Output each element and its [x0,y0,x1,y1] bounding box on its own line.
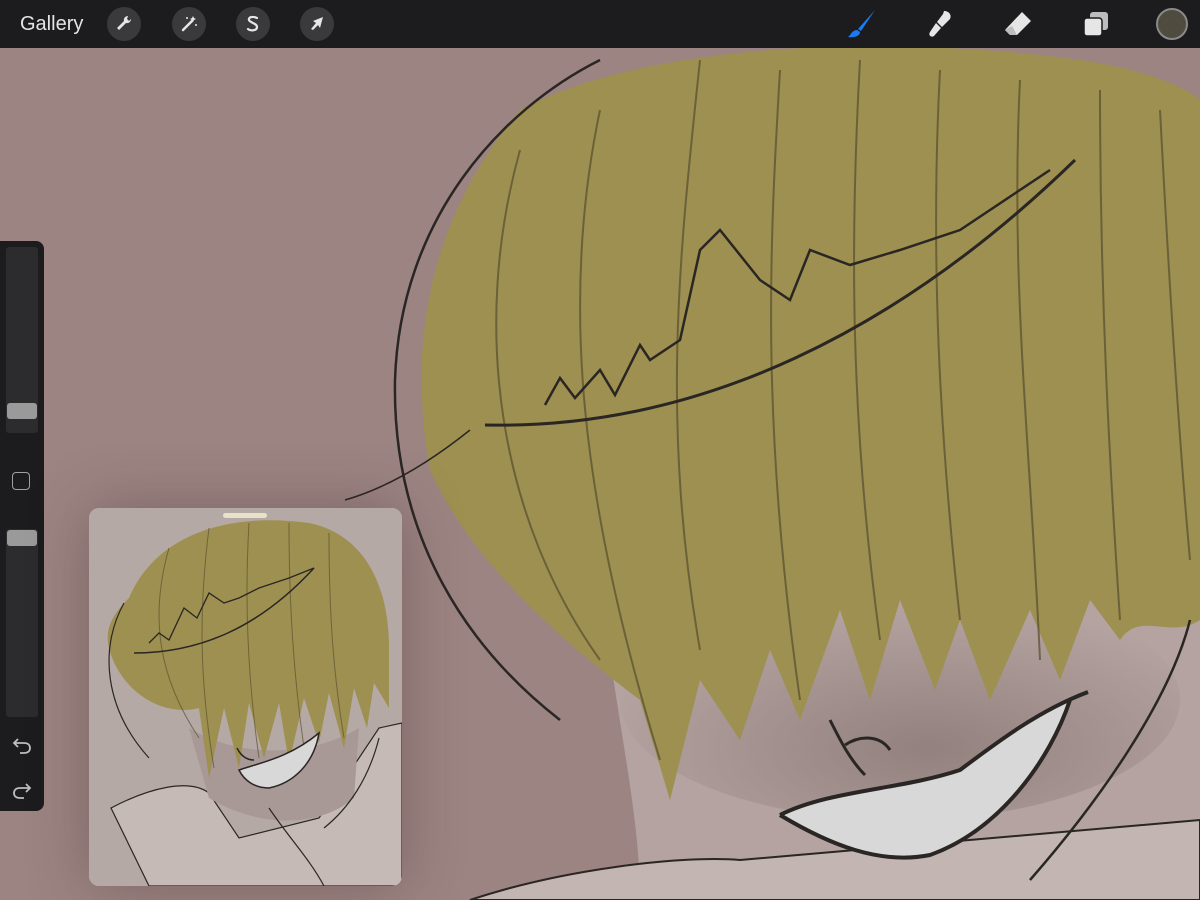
selection-s-icon [246,15,259,32]
arrow-cursor-icon [311,17,323,30]
layers-icon [1083,12,1108,37]
brush-opacity-thumb[interactable] [7,530,37,546]
actions-button[interactable] [107,7,141,41]
magic-wand-icon [181,16,197,32]
transform-button[interactable] [300,7,334,41]
redo-button[interactable] [10,778,34,802]
brush-size-thumb[interactable] [7,402,37,419]
color-picker-button[interactable] [1156,8,1188,40]
undo-arrow-icon [12,738,31,754]
eraser-tool[interactable] [1002,8,1034,40]
smudge-tool[interactable] [924,8,956,40]
smudge-icon [929,11,951,37]
reference-thumbnail [89,508,402,886]
selection-button[interactable] [236,7,270,41]
top-toolbar: Gallery [0,0,1200,48]
brush-tool[interactable] [846,8,878,40]
reference-drag-handle[interactable] [223,513,267,518]
undo-button[interactable] [10,733,34,757]
brush-size-slider[interactable] [6,247,38,433]
wrench-icon [117,15,132,30]
adjustments-button[interactable] [172,7,206,41]
gallery-button[interactable]: Gallery [20,12,83,36]
eraser-icon [1005,12,1031,35]
brush-opacity-slider[interactable] [6,529,38,717]
reference-window[interactable] [89,508,402,886]
layers-tool[interactable] [1080,8,1112,40]
redo-arrow-icon [13,783,32,799]
modify-button[interactable] [12,472,30,490]
brush-icon [848,10,875,38]
left-sidebar [0,241,44,811]
